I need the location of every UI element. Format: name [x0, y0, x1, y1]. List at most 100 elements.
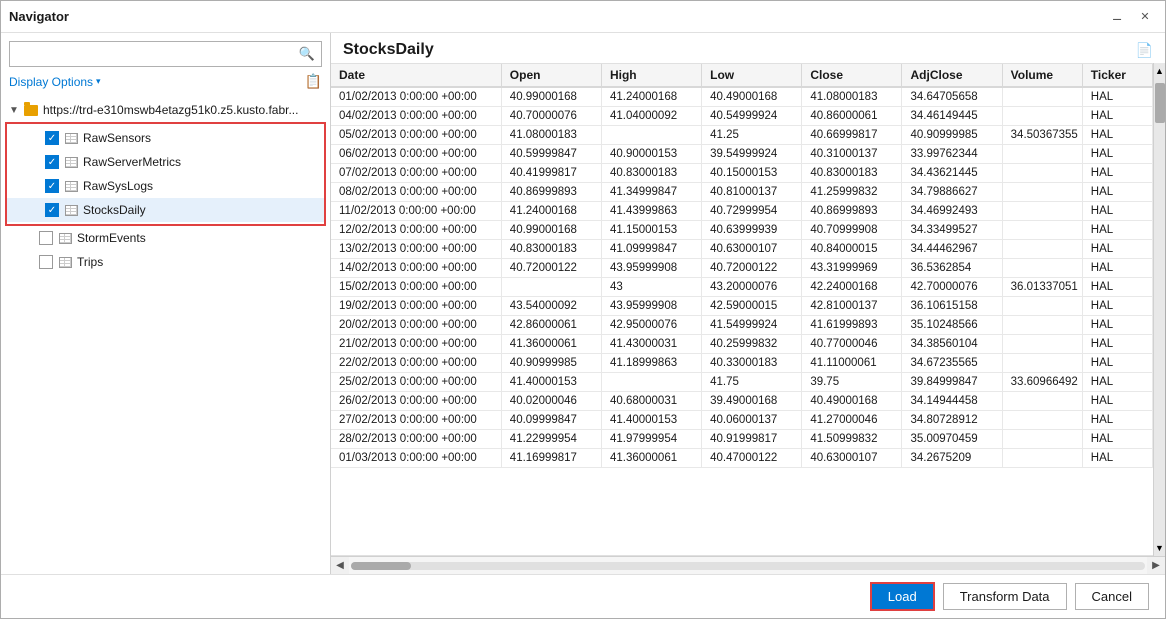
- table-cell: 33.99762344: [902, 145, 1002, 164]
- search-bar: 🔍: [1, 33, 330, 71]
- table-title: StocksDaily: [343, 41, 434, 59]
- tree-item-raw-sensors[interactable]: ✓ RawSensors: [7, 126, 324, 150]
- table-cell: 12/02/2013 0:00:00 +00:00: [331, 221, 501, 240]
- load-button[interactable]: Load: [870, 582, 935, 611]
- table-cell: 41.61999893: [802, 316, 902, 335]
- table-cell: 41.50999832: [802, 430, 902, 449]
- checked-checkbox-rawsyslogs[interactable]: ✓: [45, 179, 59, 193]
- checked-checkbox-rawservermetrics[interactable]: ✓: [45, 155, 59, 169]
- table-cell: HAL: [1082, 259, 1152, 278]
- table-cell: 43.54000092: [501, 297, 601, 316]
- transform-data-button[interactable]: Transform Data: [943, 583, 1067, 610]
- horizontal-scroll-row: ◀ ▶: [331, 556, 1165, 574]
- table-cell: 41.75: [702, 373, 802, 392]
- display-options-row: Display Options ▾ 📋: [1, 71, 330, 96]
- table-cell: [1002, 335, 1082, 354]
- tree-item-raw-sys-logs[interactable]: ✓ RawSysLogs: [7, 174, 324, 198]
- table-cell: 08/02/2013 0:00:00 +00:00: [331, 183, 501, 202]
- table-cell: 21/02/2013 0:00:00 +00:00: [331, 335, 501, 354]
- expand-icon: ▼: [9, 105, 23, 116]
- search-icon: 🔍: [299, 46, 315, 62]
- content-area: 🔍 Display Options ▾ 📋 ▼ https://trd-e310…: [1, 33, 1165, 574]
- table-cell: [1002, 259, 1082, 278]
- scroll-up-button[interactable]: ▲: [1154, 63, 1166, 79]
- table-cell: 41.40000153: [501, 373, 601, 392]
- tree-item-stocks-daily[interactable]: ✓ StocksDaily: [7, 198, 324, 222]
- checked-checkbox-stocksdaily[interactable]: ✓: [45, 203, 59, 217]
- table-cell: 40.63000107: [802, 449, 902, 468]
- table-cell: 40.70000076: [501, 107, 601, 126]
- table-cell: 40.66999817: [802, 126, 902, 145]
- scroll-down-button[interactable]: ▼: [1154, 540, 1166, 556]
- table-cell: 14/02/2013 0:00:00 +00:00: [331, 259, 501, 278]
- h-scroll-track: [351, 562, 1145, 570]
- table-cell: 13/02/2013 0:00:00 +00:00: [331, 240, 501, 259]
- table-cell: 04/02/2013 0:00:00 +00:00: [331, 107, 501, 126]
- table-cell: 34.64705658: [902, 87, 1002, 107]
- table-cell: 05/02/2013 0:00:00 +00:00: [331, 126, 501, 145]
- table-cell: 41.97999954: [601, 430, 701, 449]
- table-cell: 07/02/2013 0:00:00 +00:00: [331, 164, 501, 183]
- table-cell: 42.70000076: [902, 278, 1002, 297]
- table-row: 05/02/2013 0:00:00 +00:0041.0800018341.2…: [331, 126, 1153, 145]
- table-cell: 40.49000168: [802, 392, 902, 411]
- table-cell: 39.54999924: [702, 145, 802, 164]
- table-cell: HAL: [1082, 107, 1152, 126]
- minimize-button[interactable]: ⚊: [1105, 7, 1129, 27]
- scroll-right-button[interactable]: ▶: [1147, 557, 1165, 575]
- table-row: 07/02/2013 0:00:00 +00:0040.4199981740.8…: [331, 164, 1153, 183]
- table-cell: 39.75: [802, 373, 902, 392]
- scroll-thumb: [1155, 83, 1165, 123]
- col-header-low: Low: [702, 64, 802, 87]
- cancel-button[interactable]: Cancel: [1075, 583, 1149, 610]
- table-row: 22/02/2013 0:00:00 +00:0040.9099998541.1…: [331, 354, 1153, 373]
- table-cell: 40.70999908: [802, 221, 902, 240]
- selected-group-outline: ✓ RawSensors ✓: [5, 122, 326, 226]
- table-cell: 42.59000015: [702, 297, 802, 316]
- table-cell: 41.34999847: [601, 183, 701, 202]
- table-body: 01/02/2013 0:00:00 +00:00 40.99000168 41.2…: [331, 87, 1153, 468]
- tree-root-item[interactable]: ▼ https://trd-e310mswb4etazg51k0.z5.kust…: [1, 98, 330, 122]
- table-cell: 41.43000031: [601, 335, 701, 354]
- vertical-scrollbar[interactable]: ▲ ▼: [1153, 63, 1165, 556]
- table-cell: 40.33000183: [702, 354, 802, 373]
- unchecked-checkbox-stormevents[interactable]: [39, 231, 53, 245]
- unchecked-checkbox-trips[interactable]: [39, 255, 53, 269]
- table-cell: 01/02/2013 0:00:00 +00:00: [331, 87, 501, 107]
- checked-checkbox-rawsensors[interactable]: ✓: [45, 131, 59, 145]
- table-cell: HAL: [1082, 411, 1152, 430]
- tree-item-trips[interactable]: Trips: [1, 250, 330, 274]
- tree-item-storm-events[interactable]: StormEvents: [1, 226, 330, 250]
- import-icon-button[interactable]: 📋: [305, 73, 322, 90]
- scroll-left-button[interactable]: ◀: [331, 557, 349, 575]
- table-icon: [63, 178, 79, 194]
- table-cell: 41.27000046: [802, 411, 902, 430]
- table-cell: 35.00970459: [902, 430, 1002, 449]
- table-cell: 41.40000153: [601, 411, 701, 430]
- table-cell: [1002, 297, 1082, 316]
- table-cell: 40.15000153: [702, 164, 802, 183]
- table-cell: HAL: [1082, 240, 1152, 259]
- title-bar: Navigator ⚊ ✕: [1, 1, 1165, 33]
- table-cell: HAL: [1082, 164, 1152, 183]
- table-cell: 40.09999847: [501, 411, 601, 430]
- table-cell: [1002, 221, 1082, 240]
- table-cell: 42.24000168: [802, 278, 902, 297]
- header-expand-icon[interactable]: 📄: [1136, 42, 1153, 59]
- table-cell: 34.79886627: [902, 183, 1002, 202]
- table-cell: 40.25999832: [702, 335, 802, 354]
- col-header-ticker: Ticker: [1082, 64, 1152, 87]
- table-cell: 40.90999985: [902, 126, 1002, 145]
- scroll-track: [1154, 79, 1166, 540]
- tree-item-raw-server-metrics[interactable]: ✓ RawServerMetrics: [7, 150, 324, 174]
- table-cell: 36.5362854: [902, 259, 1002, 278]
- table-cell: [1002, 164, 1082, 183]
- table-cell: 41.08000183: [802, 87, 902, 107]
- table-cell: 40.90999985: [501, 354, 601, 373]
- search-input[interactable]: [16, 47, 299, 61]
- table-cell: [1002, 240, 1082, 259]
- data-table-wrap[interactable]: Date Open High Low Close AdjClose Volume…: [331, 63, 1153, 556]
- table-cell: 40.99000168: [501, 221, 601, 240]
- display-options-button[interactable]: Display Options ▾: [9, 75, 101, 89]
- close-button[interactable]: ✕: [1133, 7, 1157, 27]
